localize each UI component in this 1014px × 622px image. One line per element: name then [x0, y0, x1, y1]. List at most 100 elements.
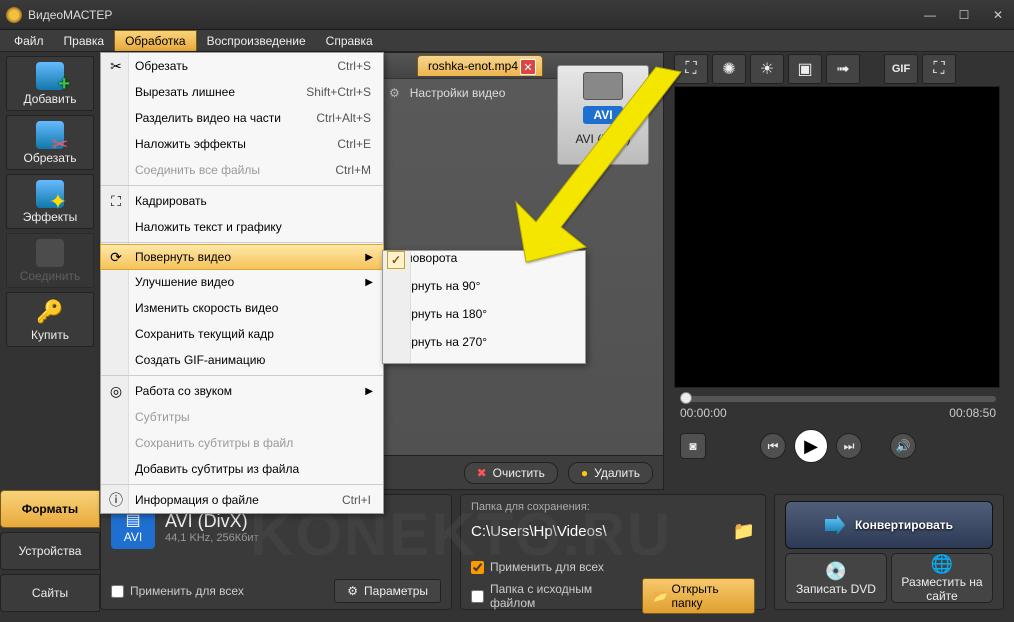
- submenu-item[interactable]: Повернуть на 270°: [383, 335, 585, 363]
- open-folder-button[interactable]: 📂 Открыть папку: [642, 578, 755, 614]
- menu-item[interactable]: Создать GIF-анимацию: [101, 347, 383, 373]
- submenu-item[interactable]: Повернуть на 90°: [383, 279, 585, 307]
- tool-fx-button[interactable]: Эффекты: [6, 174, 94, 229]
- menu-item-icon: ⛶: [107, 192, 125, 210]
- minimize-button[interactable]: —: [920, 8, 940, 22]
- menu-item-label: Вырезать лишнее: [135, 85, 235, 99]
- action-panel: Конвертировать 💿Записать DVD 🌐Разместить…: [774, 494, 1004, 610]
- chevron-right-icon: ▶: [365, 386, 373, 397]
- menu-item-icon: ⓘ: [107, 491, 125, 509]
- menu-item[interactable]: Изменить скорость видео: [101, 295, 383, 321]
- tab-2[interactable]: Сайты: [0, 574, 100, 612]
- close-button[interactable]: ✕: [988, 8, 1008, 22]
- menu-item[interactable]: Наложить эффекты Ctrl+E: [101, 131, 383, 157]
- menu-item[interactable]: Вырезать лишнее Shift+Ctrl+S: [101, 79, 383, 105]
- burn-dvd-button[interactable]: 💿Записать DVD: [785, 553, 887, 603]
- crop-icon: [36, 121, 64, 149]
- menu-item[interactable]: Улучшение видео▶: [101, 269, 383, 295]
- file-tab[interactable]: roshka-enot.mp4 ✕: [417, 55, 543, 76]
- video-settings-label[interactable]: Настройки видео: [410, 86, 506, 100]
- menu-item[interactable]: Разделить видео на частиCtrl+Alt+S: [101, 105, 383, 131]
- submenu-item[interactable]: Повернуть на 180°: [383, 307, 585, 335]
- menu-справка[interactable]: Справка: [316, 30, 383, 51]
- window-title: ВидеоМАСТЕР: [28, 8, 920, 22]
- menu-item[interactable]: ⟳Повернуть видео▶: [100, 244, 384, 270]
- menu-item-shortcut: Ctrl+E: [337, 137, 371, 151]
- menu-item-shortcut: Ctrl+M: [335, 163, 371, 177]
- video-preview[interactable]: [674, 86, 1000, 388]
- save-folder-header: Папка для сохранения:: [471, 501, 755, 513]
- menu-item-label: Изменить скорость видео: [135, 301, 278, 315]
- seek-slider[interactable]: [680, 396, 996, 402]
- join-icon: [36, 239, 64, 267]
- maximize-button[interactable]: ☐: [954, 8, 974, 22]
- tool-crop-button[interactable]: Обрезать: [6, 115, 94, 170]
- menu-item-label: Обрезать: [135, 59, 188, 73]
- tool-add-button[interactable]: Добавить: [6, 56, 94, 111]
- menu-item-icon: ◎: [107, 382, 125, 400]
- menu-item-shortcut: Shift+Ctrl+S: [306, 85, 371, 99]
- menu-item[interactable]: ✂ОбрезатьCtrl+S: [101, 53, 383, 79]
- submenu-item[interactable]: ✓Без поворота: [383, 251, 585, 279]
- tool-label: Обрезать: [24, 151, 77, 165]
- next-button[interactable]: ⏭: [836, 433, 862, 459]
- parameters-button[interactable]: ⚙Параметры: [334, 579, 441, 603]
- add-icon: [36, 62, 64, 90]
- menu-обработка[interactable]: Обработка: [114, 30, 197, 51]
- play-button[interactable]: ▶: [794, 429, 828, 463]
- tool-brightness-icon[interactable]: ☀: [750, 54, 784, 84]
- seek-handle[interactable]: [680, 392, 692, 404]
- menu-item-label: Работа со звуком: [135, 384, 232, 398]
- snapshot-button[interactable]: ◙: [680, 433, 706, 459]
- tool-buy-button[interactable]: Купить: [6, 292, 94, 347]
- file-tab-label: roshka-enot.mp4: [428, 59, 518, 73]
- volume-button[interactable]: 🔊: [890, 433, 916, 459]
- save-panel: Папка для сохранения: C:\Users\Hp\Videos…: [460, 494, 766, 610]
- menu-файл[interactable]: Файл: [4, 30, 54, 51]
- tool-speed-icon[interactable]: ➟: [826, 54, 860, 84]
- menu-item[interactable]: ⓘ Информация о файле Ctrl+I: [101, 487, 383, 513]
- tool-crop-icon[interactable]: ⛶: [674, 54, 708, 84]
- prev-button[interactable]: ⏮: [760, 433, 786, 459]
- delete-button[interactable]: ●Удалить: [568, 462, 653, 484]
- tool-label: Соединить: [20, 269, 81, 283]
- menu-item[interactable]: Сохранить текущий кадр: [101, 321, 383, 347]
- format-badge: AVI: [583, 106, 622, 124]
- chevron-right-icon: ▶: [365, 277, 373, 288]
- menu-item[interactable]: Добавить субтитры из файла: [101, 456, 383, 482]
- time-current: 00:00:00: [680, 406, 727, 420]
- menu-item[interactable]: ⛶ Кадрировать: [101, 188, 383, 214]
- menu-item[interactable]: ◎ Работа со звуком ▶: [101, 378, 383, 404]
- upload-button[interactable]: 🌐Разместить на сайте: [891, 553, 993, 603]
- tab-1[interactable]: Устройства: [0, 532, 100, 570]
- disc-icon: 💿: [825, 561, 847, 582]
- menu-item-label: Сохранить текущий кадр: [135, 327, 274, 341]
- tool-frame-icon[interactable]: ▣: [788, 54, 822, 84]
- convert-button[interactable]: Конвертировать: [785, 501, 993, 549]
- menu-item-label: Кадрировать: [135, 194, 207, 208]
- source-folder-checkbox[interactable]: Папка с исходным файлом: [471, 582, 626, 610]
- menu-воспроизведение[interactable]: Воспроизведение: [197, 30, 316, 51]
- output-format-card[interactable]: AVI AVI (DivX): [557, 65, 649, 165]
- tool-gif-icon[interactable]: GIF: [884, 54, 918, 84]
- menu-item-shortcut: Ctrl+I: [342, 493, 371, 507]
- app-logo-icon: [6, 7, 22, 23]
- menu-item-label: Повернуть видео: [135, 250, 231, 264]
- browse-folder-icon[interactable]: 📁: [733, 521, 755, 542]
- menu-item-label: Информация о файле: [135, 493, 259, 507]
- menu-item-label: Наложить эффекты: [135, 137, 246, 151]
- globe-icon: 🌐: [931, 554, 953, 575]
- tool-fullscreen-icon[interactable]: ⛶: [922, 54, 956, 84]
- clear-button[interactable]: ✖Очистить: [464, 462, 558, 484]
- apply-all-format-checkbox[interactable]: Применить для всех: [111, 584, 244, 598]
- apply-all-save-checkbox[interactable]: Применить для всех: [471, 560, 604, 574]
- tab-0[interactable]: Форматы: [0, 490, 100, 528]
- tool-enhance-icon[interactable]: ✺: [712, 54, 746, 84]
- menu-item[interactable]: Наложить текст и графику: [101, 214, 383, 240]
- clear-label: Очистить: [493, 466, 545, 480]
- menu-правка[interactable]: Правка: [54, 30, 115, 51]
- gear-icon: ⚙: [347, 584, 358, 598]
- rotate-submenu: ✓Без поворотаПовернуть на 90°Повернуть н…: [382, 250, 586, 364]
- menu-item-icon: ✂: [107, 57, 125, 75]
- close-icon[interactable]: ✕: [520, 59, 536, 75]
